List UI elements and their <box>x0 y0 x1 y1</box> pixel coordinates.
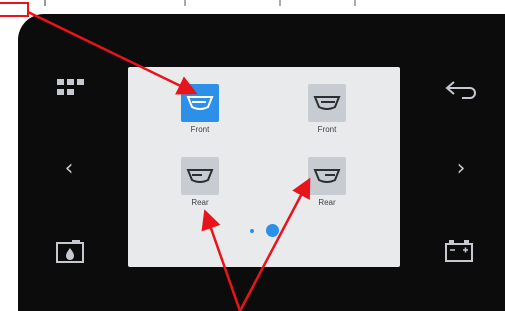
next-button[interactable]: › <box>450 156 472 182</box>
display-screen: Front Front Rear Rear <box>128 67 400 267</box>
tile-label: Rear <box>318 198 336 207</box>
washer-fluid-icon <box>56 240 84 263</box>
rear-wiper-icon <box>186 169 214 183</box>
back-arrow-icon <box>445 81 476 99</box>
tile-label: Rear <box>191 198 209 207</box>
front-wiper-icon <box>313 96 341 110</box>
chevron-right-icon: › <box>456 156 466 181</box>
battery-button[interactable] <box>443 237 475 265</box>
front-wiper-icon <box>186 96 214 110</box>
back-button[interactable] <box>443 76 481 102</box>
front-wiper-tile-1[interactable] <box>181 84 219 122</box>
battery-icon <box>445 240 473 262</box>
page-dot-active[interactable] <box>266 224 279 237</box>
top-edge-lines <box>44 0 356 6</box>
tile-label: Front <box>317 125 337 134</box>
page-dot-inactive[interactable] <box>250 229 254 233</box>
rear-wiper-icon <box>313 169 341 183</box>
rear-wiper-tile-2[interactable] <box>308 157 346 195</box>
grid-menu-button[interactable] <box>55 74 87 100</box>
grid-menu-icon <box>57 79 84 95</box>
page-indicator <box>250 224 290 238</box>
tile-label: Front <box>190 125 210 134</box>
rear-wiper-tile-1[interactable] <box>181 157 219 195</box>
front-wiper-tile-2[interactable] <box>308 84 346 122</box>
washer-fluid-button[interactable] <box>55 237 85 265</box>
chevron-left-icon: ‹ <box>64 156 74 181</box>
previous-button[interactable]: ‹ <box>58 156 80 182</box>
